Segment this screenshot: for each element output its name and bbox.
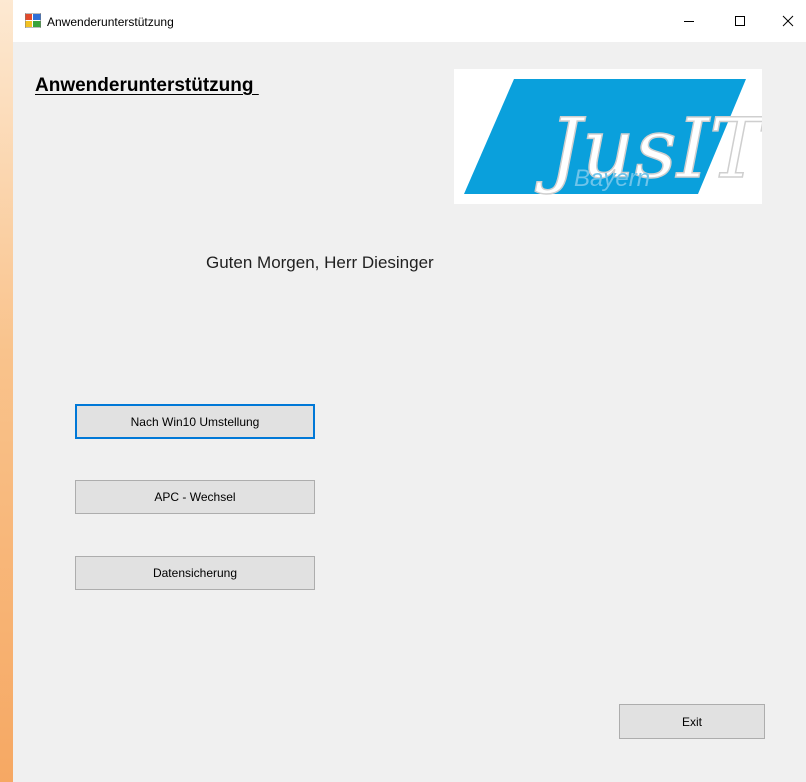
app-window: Anwenderunterstützung Anwenderunterstütz…: [13, 0, 806, 782]
logo-text-sub: Bayern: [574, 165, 650, 192]
win10-migration-button[interactable]: Nach Win10 Umstellung: [75, 404, 315, 439]
minimize-button[interactable]: [666, 0, 712, 42]
maximize-icon: [735, 16, 745, 26]
minimize-icon: [684, 21, 694, 22]
greeting-label: Guten Morgen, Herr Diesinger: [206, 253, 434, 272]
maximize-button[interactable]: [717, 0, 763, 42]
jusit-bayern-logo: JusIT Bayern: [454, 69, 770, 204]
data-backup-button[interactable]: Datensicherung: [75, 556, 315, 590]
app-window-icon: [25, 13, 41, 28]
desktop-background-strip: [0, 0, 13, 782]
logo-graphic: JusIT Bayern: [464, 79, 770, 198]
window-title: Anwenderunterstützung: [47, 15, 174, 29]
exit-button[interactable]: Exit: [619, 704, 765, 739]
apc-change-button[interactable]: APC - Wechsel: [75, 480, 315, 514]
close-icon: [782, 15, 794, 27]
title-bar[interactable]: Anwenderunterstützung: [13, 0, 806, 42]
page-heading: Anwenderunterstützung: [35, 75, 259, 96]
close-button[interactable]: [765, 0, 806, 42]
